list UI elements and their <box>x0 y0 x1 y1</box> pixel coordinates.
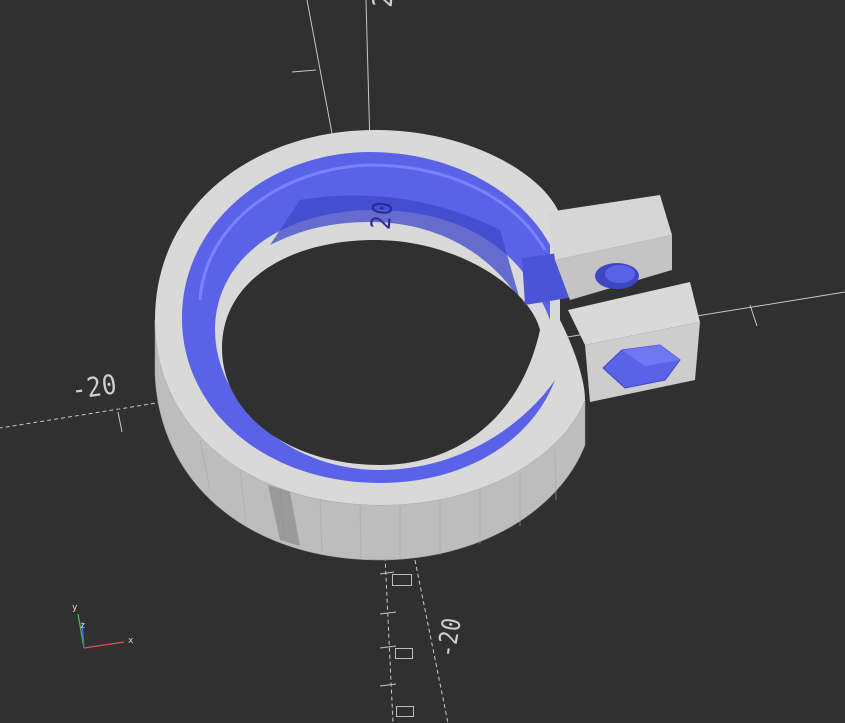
tick-label <box>392 574 412 586</box>
tick <box>379 683 397 687</box>
tick <box>749 304 758 327</box>
tick <box>291 69 317 73</box>
scale-label-y-negative: -20 <box>431 615 468 660</box>
render-canvas[interactable] <box>0 0 845 723</box>
tick <box>379 645 397 649</box>
gizmo-z-label: z <box>80 621 86 631</box>
scale-label-y-inside: 20 <box>365 199 400 232</box>
gizmo-y-label: y <box>72 603 78 613</box>
gizmo-x-label: x <box>128 636 134 646</box>
scale-label-x-negative: -20 <box>69 368 120 407</box>
3d-viewport[interactable]: 20 20 -20 -20 x y z <box>0 0 845 723</box>
tick <box>117 411 123 433</box>
tick-label <box>395 648 413 659</box>
clamp-model[interactable] <box>154 130 700 561</box>
gizmo-x-line <box>83 641 125 649</box>
axis-gizmo <box>77 613 125 649</box>
tick-label <box>396 706 414 717</box>
bolt-hole-inner <box>605 265 635 283</box>
